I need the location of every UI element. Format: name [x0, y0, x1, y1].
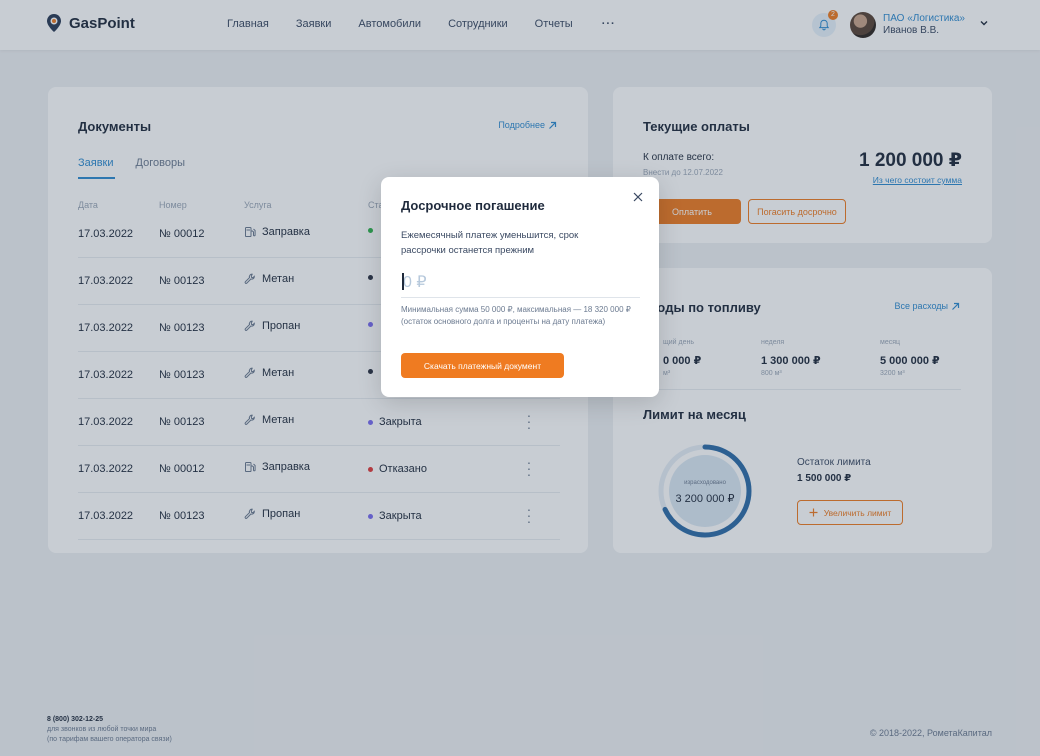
early-repayment-modal: Досрочное погашение Ежемесячный платеж у…: [381, 177, 659, 397]
text-caret: [402, 273, 404, 290]
repayment-amount-input[interactable]: [401, 268, 640, 298]
amount-hint: Минимальная сумма 50 000 ₽, максимальная…: [401, 305, 631, 326]
modal-description: Ежемесячный платеж уменьшится, срок расс…: [401, 230, 579, 256]
download-payment-document-button[interactable]: Скачать платежный документ: [401, 353, 564, 378]
close-icon[interactable]: [632, 191, 644, 203]
modal-title: Досрочное погашение: [401, 198, 545, 213]
